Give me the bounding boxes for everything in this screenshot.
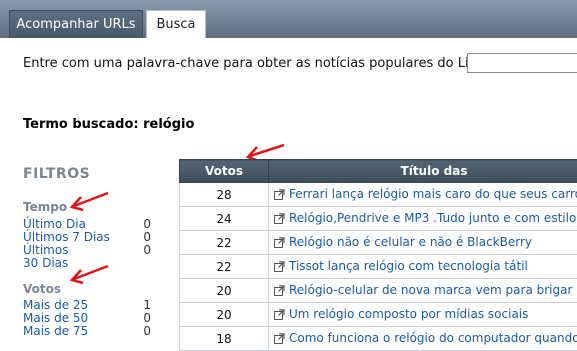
- news-title-link[interactable]: Como funciona o relógio do computador qu…: [289, 331, 577, 345]
- tab-busca[interactable]: Busca: [146, 10, 206, 38]
- table-header-row: Votos Título das: [180, 160, 577, 183]
- table-row: 22 Tissot lança relógio com tecnologia tá…: [180, 255, 577, 279]
- vote-count: 22: [180, 231, 269, 255]
- tab-acompanhar-urls[interactable]: Acompanhar URLs: [9, 10, 143, 38]
- external-link-icon[interactable]: [274, 309, 285, 323]
- news-title-cell: Um relógio composto por mídias sociais: [269, 303, 577, 327]
- external-link-icon[interactable]: [274, 189, 285, 203]
- search-prompt: Entre com uma palavra-chave para obter a…: [23, 56, 496, 71]
- vote-count: 18: [180, 327, 269, 351]
- table-row: 20 Relógio-celular de nova marca vem para…: [180, 279, 577, 303]
- column-header-titulo[interactable]: Título das: [269, 160, 577, 183]
- news-title-link[interactable]: Relógio-celular de nova marca vem para b…: [289, 283, 572, 297]
- filter-heading-tempo: Tempo: [23, 200, 67, 214]
- news-title-cell: Ferrari lança relógio mais caro do que s…: [269, 183, 577, 207]
- filter-item-label[interactable]: Mais de 75: [23, 325, 123, 338]
- news-title-cell: Relógio não é celular e não é BlackBerry: [269, 231, 577, 255]
- vote-count: 24: [180, 207, 269, 231]
- vote-count: 22: [180, 255, 269, 279]
- table-row: 28 Ferrari lança relógio mais caro do que…: [180, 183, 577, 207]
- table-row: 22 Relógio não é celular e não é BlackBer…: [180, 231, 577, 255]
- red-arrow-icon: [68, 191, 110, 213]
- filter-heading-votos: Votos: [23, 282, 61, 296]
- filters-title: FILTROS: [23, 166, 90, 182]
- vote-count: 28: [180, 183, 269, 207]
- news-title-link[interactable]: Ferrari lança relógio mais caro do que s…: [289, 187, 577, 201]
- news-title-cell: Relógio-celular de nova marca vem para b…: [269, 279, 577, 303]
- external-link-icon[interactable]: [274, 213, 285, 227]
- results-table: Votos Título das 28 Ferrari lança relógio…: [179, 159, 577, 351]
- filter-item-count: 0: [143, 244, 151, 257]
- external-link-icon[interactable]: [274, 261, 285, 275]
- column-header-votos[interactable]: Votos: [180, 160, 269, 183]
- vote-count: 20: [180, 303, 269, 327]
- external-link-icon[interactable]: [274, 333, 285, 347]
- table-row: 24 Relógio,Pendrive e MP3 .Tudo junto e c…: [180, 207, 577, 231]
- filter-item-count: 0: [143, 325, 151, 338]
- keyword-search-input[interactable]: [467, 53, 577, 73]
- external-link-icon[interactable]: [274, 285, 285, 299]
- news-title-link[interactable]: Relógio,Pendrive e MP3 .Tudo junto e com…: [289, 211, 577, 225]
- news-title-cell: Tissot lança relógio com tecnologia táti…: [269, 255, 577, 279]
- news-title-cell: Relógio,Pendrive e MP3 .Tudo junto e com…: [269, 207, 577, 231]
- tab-bar: Acompanhar URLs Busca: [0, 0, 577, 38]
- news-title-link[interactable]: Relógio não é celular e não é BlackBerry: [289, 235, 532, 249]
- table-row: 18 Como funciona o relógio do computador …: [180, 327, 577, 351]
- news-title-cell: Como funciona o relógio do computador qu…: [269, 327, 577, 351]
- search-term-label: Termo buscado: relógio: [23, 117, 194, 132]
- news-title-link[interactable]: Um relógio composto por mídias sociais: [289, 307, 528, 321]
- external-link-icon[interactable]: [274, 237, 285, 251]
- table-row: 20 Um relógio composto por mídias sociais: [180, 303, 577, 327]
- vote-count: 20: [180, 279, 269, 303]
- red-arrow-icon: [68, 264, 110, 286]
- news-title-link[interactable]: Tissot lança relógio com tecnologia táti…: [289, 259, 528, 273]
- filter-item[interactable]: Mais de 75 0: [23, 325, 153, 338]
